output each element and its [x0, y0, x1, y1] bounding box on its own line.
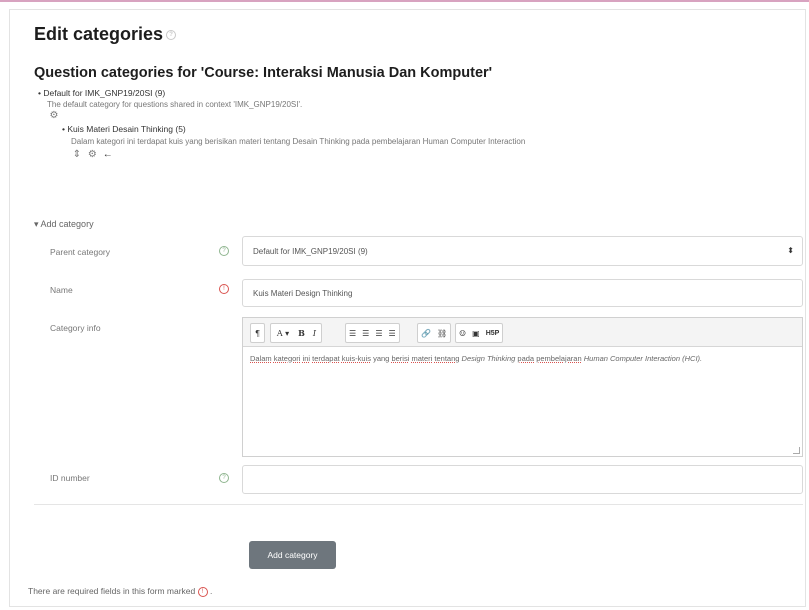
page-title: Edit categories? [34, 24, 177, 45]
category-info-label: Category info [50, 323, 101, 333]
category-info-editor[interactable]: ¶ A ▾ B I ☰ ☰ ☰ ☰ 🔗 ⛓ ☺ ▣ H5P Dalam kate… [242, 317, 803, 457]
help-icon[interactable]: ? [219, 473, 229, 483]
image-icon[interactable]: ▣ [469, 324, 483, 342]
tree-parent-description: The default category for questions share… [47, 100, 303, 109]
paragraph-style-button[interactable]: ¶ [251, 324, 264, 342]
tree-child-title[interactable]: Kuis Materi Desain Thinking (5) [67, 124, 185, 134]
parent-category-label: Parent category [50, 247, 111, 257]
resize-handle[interactable] [793, 447, 800, 454]
gear-icon[interactable]: ⚙ [49, 110, 59, 121]
unlink-icon[interactable]: ⛓ [434, 324, 450, 342]
divider [34, 504, 803, 505]
italic-button[interactable]: I [308, 324, 321, 342]
tree-parent-row: • Default for IMK_GNP19/20SI (9) [38, 88, 166, 98]
tree-child-desc-row: Dalam kategori ini terdapat kuis yang be… [71, 136, 525, 146]
emoticon-icon[interactable]: ☺ [456, 324, 469, 342]
name-input[interactable]: Kuis Materi Design Thinking [242, 279, 803, 307]
name-label: Name [50, 285, 73, 295]
link-icon[interactable]: 🔗 [418, 324, 434, 342]
top-accent-bar [0, 0, 809, 2]
editor-toolbar: ¶ A ▾ B I ☰ ☰ ☰ ☰ 🔗 ⛓ ☺ ▣ H5P [243, 318, 802, 347]
font-size-button[interactable]: A ▾ [271, 324, 295, 342]
tree-child-description: Dalam kategori ini terdapat kuis yang be… [71, 137, 526, 146]
required-icon: ! [219, 284, 229, 294]
arrow-left-icon[interactable]: ← [103, 149, 113, 160]
arrow-up-down-icon[interactable]: ⇕ [72, 149, 82, 160]
tree-child-row: • Kuis Materi Desain Thinking (5) [62, 124, 186, 134]
help-icon[interactable]: ? [219, 246, 229, 256]
id-number-input[interactable] [242, 465, 803, 494]
editor-content[interactable]: Dalam kategori ini terdapat kuis-kuis ya… [243, 347, 802, 370]
ordered-list-icon[interactable]: ☰ [359, 324, 372, 342]
gear-icon[interactable]: ⚙ [87, 149, 97, 160]
id-number-label: ID number [50, 473, 90, 483]
parent-category-select[interactable]: Default for IMK_GNP19/20SI (9) ⬍ [242, 236, 803, 266]
required-fields-note: There are required fields in this form m… [28, 586, 213, 597]
required-icon: ! [197, 586, 208, 597]
add-category-toggle[interactable]: ▾ Add category [34, 219, 94, 230]
add-category-button[interactable]: Add category [249, 541, 336, 569]
indent-icon[interactable]: ☰ [372, 324, 385, 342]
tree-parent-desc-row: The default category for questions share… [47, 99, 302, 109]
tree-parent-actions: ⚙ [49, 110, 59, 121]
outdent-icon[interactable]: ☰ [386, 324, 399, 342]
help-icon[interactable]: ? [166, 30, 177, 41]
tree-parent-title[interactable]: Default for IMK_GNP19/20SI (9) [43, 88, 165, 98]
select-caret-icon: ⬍ [787, 246, 794, 255]
bold-button[interactable]: B [295, 324, 308, 342]
section-title: Question categories for 'Course: Interak… [34, 65, 493, 81]
unordered-list-icon[interactable]: ☰ [346, 324, 359, 342]
h5p-button[interactable]: H5P [483, 324, 503, 342]
tree-child-actions: ⇕ ⚙ ← [72, 149, 113, 160]
